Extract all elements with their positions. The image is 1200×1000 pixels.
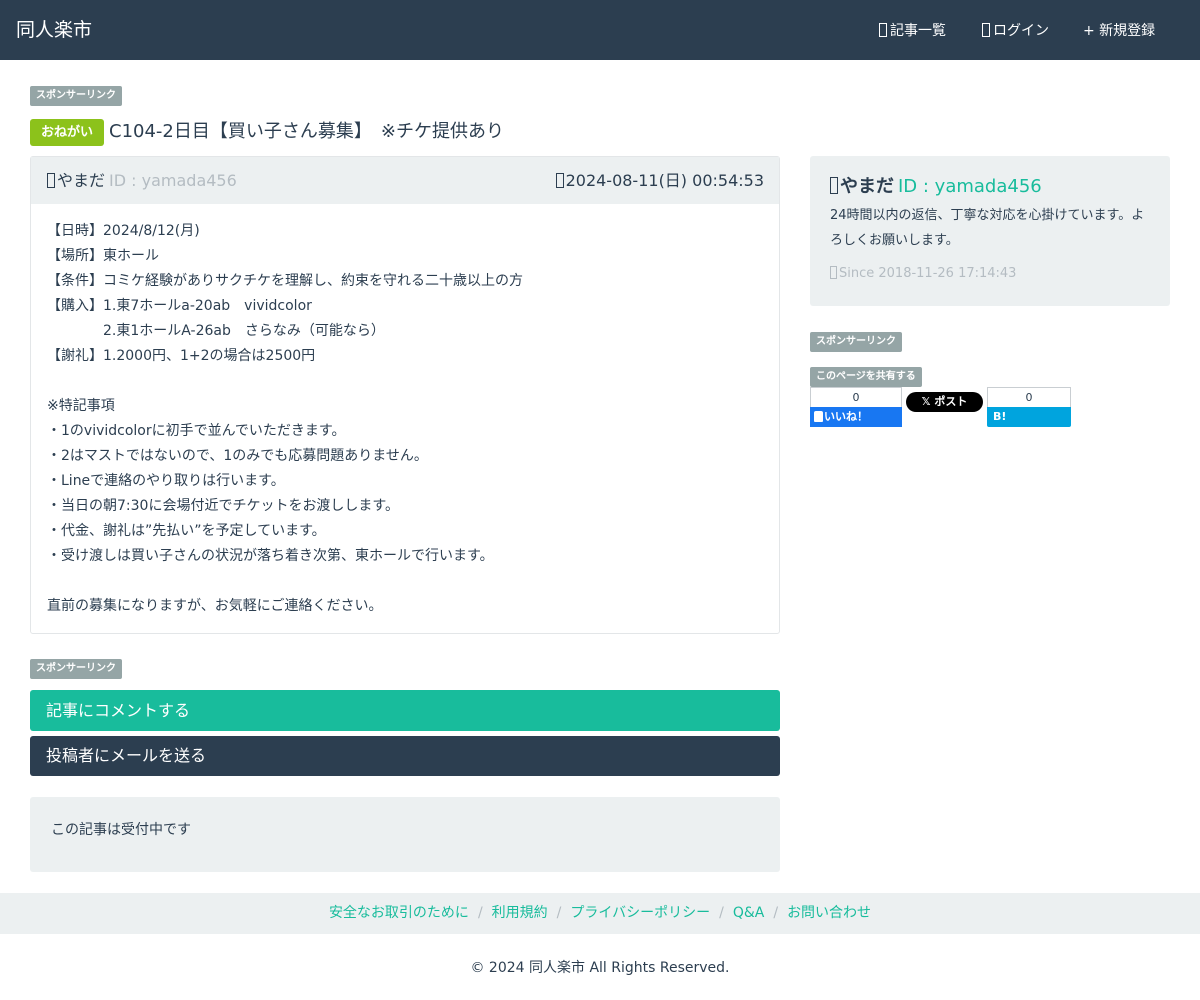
facebook-like-button[interactable]: 0 いいね！ [810,387,902,427]
profile-since: Since 2018-11-26 17:14:43 [830,264,1016,284]
author-id: ID : yamada456 [109,171,237,190]
post-body-line: 【購入】1.東7ホールa-20ab vividcolor [47,298,312,314]
footer-links: 安全なお取引のために / 利用規約 / プライバシーポリシー / Q&A / お問い合わせ [0,893,1200,934]
footer-separator: / [719,905,724,921]
profile-id: ID : yamada456 [898,176,1042,197]
request-badge: おねがい [30,119,104,146]
comment-button[interactable]: 記事にコメントする [30,690,780,731]
post-body-line: 2.東1ホールA-26ab さらなみ（可能なら） [47,323,385,339]
footer-separator: / [477,905,483,921]
profile-description: 24時間以内の返信、丁寧な対応を心掛けています。よろしくお願いします。 [830,208,1145,248]
send-mail-button[interactable]: 投稿者にメールを送る [30,736,780,776]
thumbs-up-icon [814,411,823,422]
sponsor-label-sidebar: スポンサーリンク [810,332,902,352]
nav-register[interactable]: + 新規登録 [1083,20,1155,42]
post-author[interactable]: やまだ ID : yamada456 [47,170,237,192]
post-body-line: 【謝礼】1.2000円、1+2の場合は2500円 [47,348,316,364]
post-body: 【日時】2024/8/12(月) 【場所】東ホール【条件】コミケ経験がありサクチケ… [47,219,767,619]
post-header: やまだ ID : yamada456 2024-08-11(日) 00:54:53 [31,157,779,204]
profile-name-row[interactable]: やまだ ID : yamada456 [830,175,1042,199]
copyright: © 2024 同人楽市 All Rights Reserved. [470,960,730,976]
post-body-line [47,569,767,594]
brand-logo[interactable]: 同人楽市 [16,17,92,43]
nav-article-list-label: 記事一覧 [890,23,946,39]
post-body-line: ・2はマストではないので、1のみでも応募問題ありません。 [47,448,428,464]
profile-name: やまだ [840,176,894,197]
post-body-line: 【条件】コミケ経験がありサクチケを理解し、約束を守れる二十歳以上の方 [47,273,523,289]
nav-article-list[interactable]: 記事一覧 [879,20,946,42]
nav-login[interactable]: ログイン [982,20,1049,42]
user-icon [47,173,55,188]
since-text: Since 2018-11-26 17:14:43 [839,266,1017,281]
nav-login-label: ログイン [993,23,1049,39]
sponsor-label-top: スポンサーリンク [30,86,122,106]
post-title: C104-2日目【買い子さん募集】 ※チケ提供あり [109,121,504,142]
post-body-line: ※特記事項 [47,398,115,414]
profile-card: やまだ ID : yamada456 24時間以内の返信、丁寧な対応を心掛けていま… [810,156,1170,306]
post-body-line: ・代金、謝礼は”先払い”を予定しています。 [47,523,326,539]
x-post-button[interactable]: 𝕏 ポスト [906,392,983,412]
footer-link[interactable]: 安全なお取引のために [329,905,469,921]
post-body-line: 直前の募集になりますが、お気軽にご連絡ください。 [47,598,383,614]
footer-link[interactable]: 利用規約 [492,905,548,921]
footer-link[interactable]: プライバシーポリシー [570,905,710,921]
footer-separator: / [773,905,779,921]
hatena-bookmark-label[interactable]: B! Bookmark [987,407,1071,443]
sponsor-label-bottom: スポンサーリンク [30,659,122,679]
list-icon [879,23,887,37]
clock-icon [555,173,564,188]
status-text: この記事は受付中です [51,822,191,838]
post-body-line: ・Lineで連絡のやり取りは行います。 [47,473,285,489]
post-body-line: ・当日の朝7:30に会場付近でチケットをお渡しします。 [47,498,400,514]
share-label: このページを共有する [810,367,922,387]
status-well: この記事は受付中です [30,797,780,872]
hatena-bookmark-button[interactable]: 0 B! Bookmark [987,387,1071,443]
user-icon [830,177,838,194]
post-body-line: ・1のvividcolorに初手で並んでいただきます。 [47,423,346,439]
navbar: 同人楽市 記事一覧 ログイン + 新規登録 [0,0,1200,60]
datetime-value: 2024-08-11(日) 00:54:53 [565,171,764,190]
facebook-like[interactable]: いいね！ [810,407,902,427]
facebook-like-label: いいね！ [824,410,868,423]
post-body-line: 【日時】2024/8/12(月) [47,223,200,239]
calendar-icon [830,266,837,279]
post-body-line: ・受け渡しは買い子さんの状況が落ち着き次第、東ホールで行います。 [47,548,494,564]
post-datetime: 2024-08-11(日) 00:54:53 [555,170,764,192]
author-name: やまだ [57,171,106,190]
footer-link[interactable]: お問い合わせ [787,905,871,921]
post-body-line [47,369,767,394]
footer-link[interactable]: Q&A [733,905,765,921]
post-body-line: 【場所】東ホール [47,248,159,264]
login-icon [982,23,990,37]
post-card: やまだ ID : yamada456 2024-08-11(日) 00:54:53… [30,156,780,634]
facebook-count: 0 [810,387,902,407]
hatena-count: 0 [987,387,1071,407]
footer-separator: / [556,905,562,921]
